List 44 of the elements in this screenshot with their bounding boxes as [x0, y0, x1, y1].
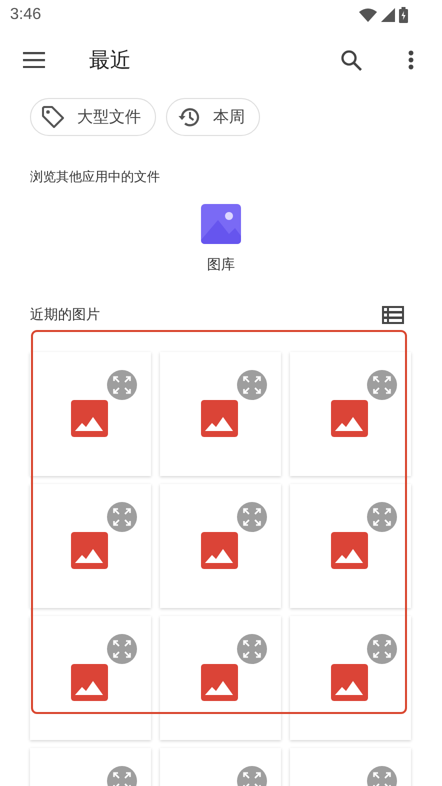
gallery-app-tile[interactable]: 图库	[201, 204, 241, 274]
image-file-icon	[71, 664, 108, 700]
large-files-chip[interactable]: 大型文件	[30, 98, 156, 136]
more-options-icon[interactable]	[408, 50, 414, 70]
search-icon[interactable]	[341, 50, 362, 70]
expand-icon[interactable]	[237, 634, 267, 664]
expand-icon[interactable]	[107, 370, 137, 400]
image-file-icon	[331, 532, 368, 568]
expand-icon[interactable]	[367, 370, 397, 400]
image-thumbnail[interactable]	[290, 484, 411, 608]
image-file-icon	[201, 664, 238, 700]
expand-icon[interactable]	[237, 502, 267, 532]
image-file-icon	[201, 400, 238, 436]
section-heading: 浏览其他应用中的文件	[29, 169, 161, 186]
tag-icon	[41, 105, 65, 129]
image-thumbnail[interactable]	[160, 484, 281, 608]
image-file-icon	[201, 532, 238, 568]
image-file-icon	[71, 400, 108, 436]
signal-icon	[381, 8, 395, 22]
image-thumbnail[interactable]	[290, 616, 411, 740]
expand-icon[interactable]	[367, 634, 397, 664]
image-thumbnail[interactable]	[30, 484, 151, 608]
image-thumbnail[interactable]	[30, 352, 151, 476]
page-title: 最近	[89, 47, 132, 74]
history-icon	[177, 105, 201, 129]
battery-icon	[399, 7, 408, 23]
this-week-chip[interactable]: 本周	[166, 98, 260, 136]
wifi-icon	[359, 8, 377, 22]
expand-icon[interactable]	[107, 634, 137, 664]
image-file-icon	[71, 532, 108, 568]
image-thumbnail[interactable]	[160, 616, 281, 740]
expand-icon[interactable]	[237, 370, 267, 400]
image-thumbnail[interactable]	[290, 352, 411, 476]
image-thumbnail[interactable]	[160, 352, 281, 476]
gallery-icon	[201, 204, 241, 244]
image-file-icon	[331, 664, 368, 700]
menu-icon[interactable]	[23, 52, 45, 68]
expand-icon[interactable]	[367, 502, 397, 532]
image-file-icon	[331, 400, 368, 436]
image-thumbnail[interactable]	[30, 616, 151, 740]
expand-icon[interactable]	[107, 502, 137, 532]
section-heading: 近期的图片	[30, 306, 100, 324]
list-view-icon[interactable]	[382, 306, 404, 324]
clock-time: 3:46	[10, 6, 42, 24]
